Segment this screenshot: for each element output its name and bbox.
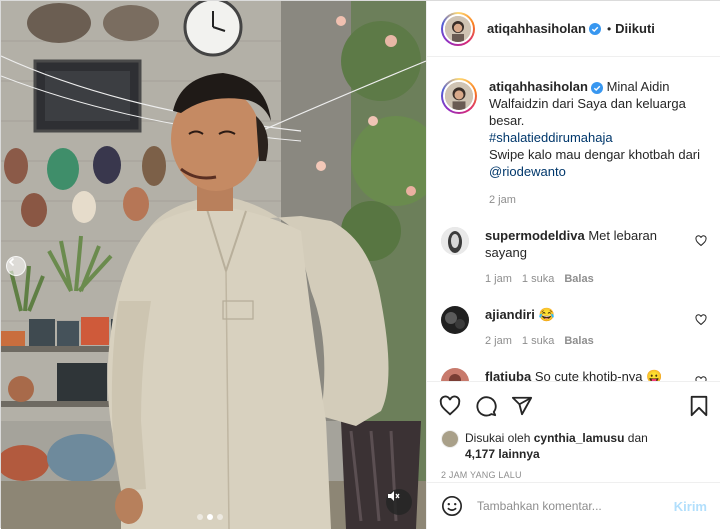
story-ring[interactable]	[441, 11, 475, 46]
verified-badge-icon	[590, 81, 603, 94]
avatar-image	[445, 82, 473, 110]
caption-hashtag-link[interactable]: #shalatieddirumahaja	[489, 130, 613, 145]
comment-heart-icon[interactable]	[695, 314, 707, 326]
caption-body: atiqahhasiholan Minal Aidin Walfaidzin d…	[489, 78, 707, 209]
comment-icon	[476, 396, 497, 417]
caption-avatar[interactable]	[443, 80, 475, 112]
avatar-image	[441, 306, 469, 334]
post-side-panel: atiqahhasiholan • Diikuti atiqahhasihola…	[426, 1, 720, 529]
comment-body: ajiandiri 😂 2 jam 1 suka Balas	[485, 306, 695, 350]
comment-text: So cute khotib-nya 😛	[534, 369, 663, 381]
commenter-avatar[interactable]	[441, 306, 469, 334]
carousel-dot	[197, 514, 203, 520]
comment-input[interactable]	[477, 499, 674, 513]
comments-list[interactable]: atiqahhasiholan Minal Aidin Walfaidzin d…	[427, 58, 720, 381]
post-actions: Disukai oleh cynthia_lamusu dan 4,177 la…	[427, 381, 720, 482]
likes-count[interactable]: 4,177 lainnya	[465, 447, 540, 461]
caption-story-ring[interactable]	[441, 78, 477, 114]
post-comment-button[interactable]: Kirim	[674, 499, 707, 514]
comment-item: supermodeldiva Met lebaran sayang 1 jam …	[441, 227, 707, 288]
comment-meta: 1 jam 1 suka Balas	[485, 271, 695, 288]
carousel-indicator	[197, 514, 223, 520]
commenter-avatar[interactable]	[441, 368, 469, 381]
post-header: atiqahhasiholan • Diikuti	[427, 1, 720, 57]
emoji-button[interactable]	[441, 495, 463, 517]
comment-button[interactable]	[475, 395, 497, 417]
share-button[interactable]	[511, 395, 533, 417]
header-separator: •	[606, 21, 612, 36]
comment-username[interactable]: ajiandiri	[485, 307, 535, 322]
reply-button[interactable]: Balas	[564, 271, 593, 288]
following-button[interactable]: Diikuti	[615, 21, 655, 36]
save-button[interactable]	[689, 395, 709, 417]
likes-prefix: Disukai oleh	[465, 431, 531, 445]
post-media-video[interactable]	[1, 1, 426, 529]
comment-heart-icon[interactable]	[695, 235, 707, 247]
caption-mention-link[interactable]: @riodewanto	[489, 164, 566, 179]
video-frame-illustration	[1, 1, 426, 529]
comment-likes[interactable]: 1 suka	[522, 333, 554, 350]
comment-username[interactable]: flatjuba	[485, 369, 531, 381]
post-caption: atiqahhasiholan Minal Aidin Walfaidzin d…	[441, 58, 707, 209]
comment-username[interactable]: supermodeldiva	[485, 228, 585, 243]
comment-text: 😂	[538, 307, 555, 322]
comment-time[interactable]: 2 jam	[485, 333, 512, 350]
heart-icon	[439, 395, 461, 416]
share-icon	[511, 396, 533, 416]
verified-badge-icon	[588, 22, 601, 35]
post-author-username[interactable]: atiqahhasiholan	[487, 21, 586, 36]
avatar-image	[445, 15, 471, 42]
instagram-post-modal: atiqahhasiholan • Diikuti atiqahhasihola…	[0, 0, 720, 529]
like-button[interactable]	[439, 395, 461, 417]
caption-text-2: Swipe kalo mau dengar khotbah dari	[489, 147, 701, 162]
caption-username[interactable]: atiqahhasiholan	[489, 79, 588, 94]
likes-conj: dan	[627, 431, 648, 445]
commenter-avatar[interactable]	[441, 227, 469, 255]
mute-icon	[388, 491, 400, 501]
comment-meta: 2 jam 1 suka Balas	[485, 333, 695, 350]
action-icons-row	[427, 382, 720, 430]
likes-summary: Disukai oleh cynthia_lamusu dan 4,177 la…	[427, 430, 720, 462]
bookmark-icon	[690, 395, 708, 417]
comment-item: flatjuba So cute khotib-nya 😛	[441, 368, 707, 381]
chevron-left-icon	[8, 257, 15, 267]
post-timestamp[interactable]: 2 JAM YANG LALU	[427, 462, 720, 480]
avatar[interactable]	[443, 13, 473, 44]
liker-username[interactable]: cynthia_lamusu	[534, 431, 625, 445]
carousel-dot-active	[207, 514, 213, 520]
likes-text: Disukai oleh cynthia_lamusu dan 4,177 la…	[465, 430, 648, 462]
comment-time[interactable]: 1 jam	[485, 271, 512, 288]
comment-body: supermodeldiva Met lebaran sayang 1 jam …	[485, 227, 695, 288]
emoji-icon	[442, 496, 462, 516]
reply-button[interactable]: Balas	[564, 333, 593, 350]
avatar-image	[441, 368, 469, 381]
caption-time[interactable]: 2 jam	[489, 192, 707, 209]
carousel-prev-button[interactable]	[6, 256, 26, 276]
avatar-image	[441, 227, 469, 255]
liker-avatar[interactable]	[441, 430, 459, 448]
comment-body: flatjuba So cute khotib-nya 😛	[485, 368, 695, 381]
carousel-dot	[217, 514, 223, 520]
comment-item: ajiandiri 😂 2 jam 1 suka Balas	[441, 306, 707, 350]
comment-likes[interactable]: 1 suka	[522, 271, 554, 288]
mute-button[interactable]	[386, 489, 412, 515]
add-comment-bar: Kirim	[427, 482, 720, 529]
